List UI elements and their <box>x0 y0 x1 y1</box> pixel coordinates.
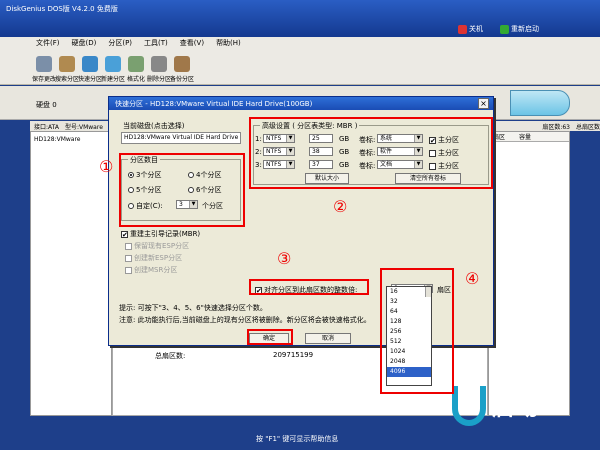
app-titlebar: DiskGenius DOS版 V4.2.0 免费版 关机 重新启动 <box>0 0 600 37</box>
brand-logo: 启动 <box>452 386 572 434</box>
menu-partition[interactable]: 分区(P) <box>108 38 132 48</box>
save-icon <box>36 56 52 72</box>
menu-help[interactable]: 帮助(H) <box>216 38 241 48</box>
menu-disk[interactable]: 硬盘(D) <box>72 38 97 48</box>
menu-file[interactable]: 文件(F) <box>36 38 60 48</box>
save-changes-button[interactable]: 保存更改 <box>32 49 56 83</box>
checkbox-icon <box>125 254 132 262</box>
menu-tools[interactable]: 工具(T) <box>144 38 168 48</box>
marker-1: ① <box>99 157 114 176</box>
disk-icon <box>82 56 98 72</box>
search-partition-button[interactable]: 搜索分区 <box>55 49 79 83</box>
total-sectors-text: 总扇区数 <box>575 123 600 131</box>
checkbox-checked-icon: ✔ <box>121 230 128 239</box>
power-icon <box>458 24 467 34</box>
new-partition-button[interactable]: 新建分区 <box>101 49 125 83</box>
create-msr-checkbox[interactable]: 创建MSR分区 <box>125 265 177 275</box>
model-text: 型号:VMware <box>64 123 103 131</box>
total-sectors-label: 总扇区数: <box>155 352 186 360</box>
backup-partition-button[interactable]: 备份分区 <box>170 49 194 83</box>
annotation-box-1 <box>119 153 245 227</box>
refresh-icon <box>500 24 509 34</box>
annotation-box-ok <box>247 329 293 345</box>
disk-label: 硬盘 0 <box>36 101 57 109</box>
tree-item-disk[interactable]: HD128:VMware <box>31 132 111 147</box>
marker-4: ④ <box>465 269 480 288</box>
menu-view[interactable]: 查看(V) <box>180 38 204 48</box>
search-icon <box>59 56 75 72</box>
checkbox-icon <box>125 242 132 250</box>
format-icon <box>128 56 144 72</box>
shutdown-button[interactable]: 关机 <box>458 24 483 34</box>
app-title: DiskGenius DOS版 V4.2.0 免费版 <box>6 5 118 13</box>
close-icon[interactable]: × <box>478 98 489 109</box>
status-hint: 按 "F1" 键可显示帮助信息 <box>256 435 339 443</box>
menu-bar: 文件(F) 硬盘(D) 分区(P) 工具(T) 查看(V) 帮助(H) <box>0 37 600 49</box>
annotation-box-4 <box>380 268 454 394</box>
annotation-box-3 <box>249 279 369 295</box>
new-icon <box>105 56 121 72</box>
toolbar: 保存更改 搜索分区 快速分区 新建分区 格式化 删除分区 备份分区 <box>0 49 600 85</box>
interface-text: 接口:ATA <box>34 123 59 131</box>
trash-icon <box>151 56 167 72</box>
brand-text: 启动 <box>492 396 541 421</box>
total-sectors-value: 209715199 <box>273 351 314 359</box>
reboot-button[interactable]: 重新启动 <box>500 24 539 34</box>
cancel-button[interactable]: 取消 <box>305 333 351 344</box>
partition-list-header: 扇区 容量 <box>489 132 569 142</box>
tip-text: 提示: 可按下"3、4、5、6"快速选择分区个数。 <box>119 304 267 312</box>
rebuild-mbr-checkbox[interactable]: ✔ 重建主引导记录(MBR) <box>121 229 200 239</box>
marker-2: ② <box>333 197 348 216</box>
marker-3: ③ <box>277 249 292 268</box>
sectors-text: 扇区数:63 <box>542 123 570 131</box>
annotation-box-2 <box>249 117 493 189</box>
warning-text: 注意: 此功能执行后,当前磁盘上的现有分区将被删除。新分区将会被快速格式化。 <box>119 316 371 324</box>
dialog-title: 快速分区 - HD128:VMware Virtual IDE Hard Dri… <box>109 97 493 110</box>
current-disk-title: 当前磁盘(点击选择) <box>123 122 185 130</box>
format-button[interactable]: 格式化 <box>126 49 146 83</box>
keep-esp-checkbox[interactable]: 保留现有ESP分区 <box>125 241 189 251</box>
delete-partition-button[interactable]: 删除分区 <box>147 49 171 83</box>
create-esp-checkbox[interactable]: 创建新ESP分区 <box>125 253 182 263</box>
disk-cylinder[interactable] <box>510 90 570 116</box>
backup-icon <box>174 56 190 72</box>
partition-list[interactable]: 扇区 容量 <box>488 131 570 416</box>
u-logo-icon <box>452 386 486 426</box>
quick-partition-button[interactable]: 快速分区 <box>78 49 102 83</box>
current-disk-field[interactable]: HD128:VMware Virtual IDE Hard Drive <box>121 132 241 144</box>
checkbox-icon <box>125 266 132 274</box>
